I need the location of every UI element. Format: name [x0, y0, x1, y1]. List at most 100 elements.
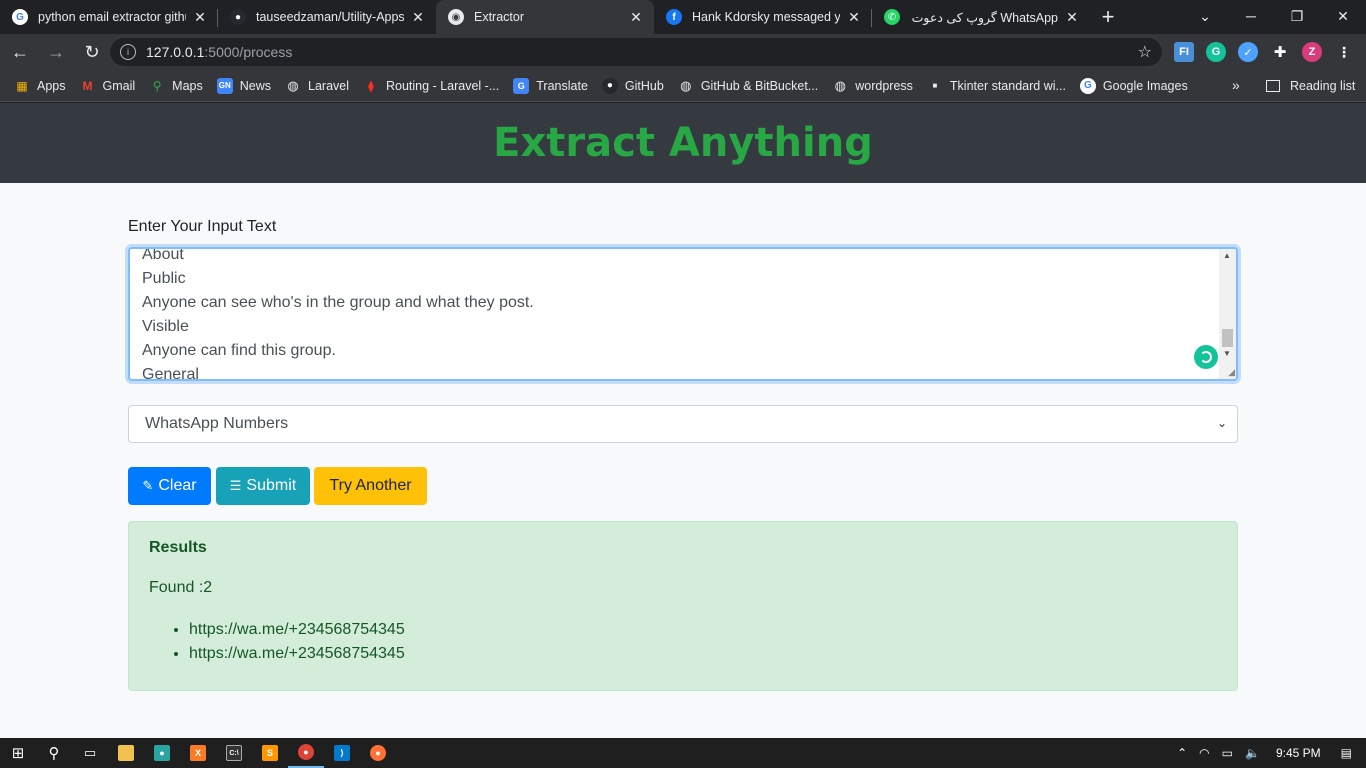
- more-bookmarks-icon[interactable]: »: [1232, 77, 1240, 93]
- apps-grid-icon: ▦: [16, 78, 28, 93]
- grammarly-icon[interactable]: [1194, 345, 1218, 369]
- textarea-line: Public: [142, 270, 186, 287]
- bookmark-label: Maps: [172, 78, 203, 93]
- result-item: https://wa.me/+234568754345: [189, 642, 405, 666]
- bookmark-apps[interactable]: ▦ Apps: [14, 78, 65, 94]
- reload-icon[interactable]: ↻: [76, 36, 108, 68]
- close-icon[interactable]: ✕: [1064, 9, 1080, 25]
- tab-3[interactable]: f Hank Kdorsky messaged you ✕: [654, 0, 872, 34]
- camera-app-icon[interactable]: ●: [144, 738, 180, 768]
- tab-search-icon[interactable]: ⌄: [1182, 0, 1228, 32]
- tab-4[interactable]: ✆ گروپ کی دعوت WhatsApp ✕: [872, 0, 1090, 34]
- bookmark-label: GitHub: [624, 78, 664, 93]
- xampp-icon[interactable]: X: [180, 738, 216, 768]
- page-viewport: Extract Anything Enter Your Input Text A…: [0, 103, 1366, 738]
- close-icon[interactable]: ✕: [410, 9, 426, 25]
- site-info-icon[interactable]: i: [120, 44, 136, 60]
- textarea-scrollbar[interactable]: ▲ ▼: [1219, 249, 1236, 379]
- bookmark-gmail[interactable]: M Gmail: [80, 78, 136, 94]
- sublime-text-icon[interactable]: S: [252, 738, 288, 768]
- new-tab-button[interactable]: +: [1090, 0, 1126, 34]
- bookmark-laravel[interactable]: ◍ Laravel: [285, 78, 349, 94]
- reading-list-button[interactable]: Reading list: [1266, 70, 1355, 102]
- whatsapp-icon: ✆: [884, 9, 900, 25]
- close-window-icon[interactable]: ✕: [1320, 0, 1366, 32]
- maps-icon: ⚲: [152, 78, 162, 93]
- tab-0[interactable]: G python email extractor github ✕: [0, 0, 218, 34]
- chevron-up-icon[interactable]: ⌃: [1177, 746, 1187, 760]
- battery-icon[interactable]: ▭: [1222, 746, 1233, 760]
- terminal-icon[interactable]: C:\: [216, 738, 252, 768]
- extension-fi-icon[interactable]: FI: [1174, 42, 1194, 62]
- close-icon[interactable]: ✕: [192, 9, 208, 25]
- tab-title: tauseedzaman/Utility-Apps a: [256, 10, 404, 24]
- back-icon[interactable]: ←: [4, 36, 36, 68]
- bookmark-tkinter[interactable]: ■ Tkinter standard wi...: [927, 78, 1066, 94]
- input-textarea[interactable]: About Public Anyone can see who's in the…: [128, 247, 1238, 381]
- close-icon[interactable]: ✕: [846, 9, 862, 25]
- scroll-down-icon[interactable]: ▼: [1223, 349, 1231, 358]
- task-view-icon[interactable]: ▭: [72, 738, 108, 768]
- submit-button[interactable]: ☰ Submit: [216, 467, 310, 505]
- tab-1[interactable]: ● tauseedzaman/Utility-Apps a ✕: [218, 0, 436, 34]
- bookmark-label: Routing - Laravel -...: [386, 78, 500, 93]
- textarea-line: About: [142, 247, 184, 263]
- search-icon[interactable]: ⚲: [36, 738, 72, 768]
- github-icon: ●: [230, 9, 246, 25]
- notification-icon[interactable]: ▤: [1341, 746, 1352, 760]
- chrome-icon[interactable]: ●: [288, 738, 324, 768]
- restore-icon[interactable]: ❐: [1274, 0, 1320, 32]
- clear-button[interactable]: ✎ Clear: [128, 467, 211, 505]
- clock[interactable]: 9:45 PM: [1276, 746, 1321, 760]
- textarea-line: General: [142, 366, 199, 381]
- page-icon: ■: [932, 81, 938, 90]
- scroll-up-icon[interactable]: ▲: [1223, 251, 1231, 260]
- laravel-icon: ⧫: [368, 78, 374, 93]
- bookmark-routing-laravel[interactable]: ⧫ Routing - Laravel -...: [363, 78, 499, 94]
- forward-icon[interactable]: →: [40, 36, 72, 68]
- bookmark-label: Tkinter standard wi...: [949, 78, 1066, 93]
- github-icon: ●: [601, 77, 618, 94]
- resize-handle-icon[interactable]: ◢: [1228, 367, 1235, 378]
- results-list: https://wa.me/+234568754345 https://wa.m…: [189, 618, 405, 666]
- results-count: Found :2: [149, 579, 213, 596]
- tab-title: python email extractor github: [38, 10, 186, 24]
- firefox-icon[interactable]: ●: [360, 738, 396, 768]
- bookmark-news[interactable]: GN News: [216, 77, 271, 94]
- bookmark-github-bitbucket[interactable]: ◍ GitHub & BitBucket...: [678, 78, 818, 94]
- extension-bird-icon[interactable]: ✓: [1238, 42, 1258, 62]
- profile-avatar[interactable]: Z: [1302, 42, 1322, 62]
- bookmark-google-images[interactable]: G Google Images: [1079, 77, 1188, 94]
- windows-start-icon[interactable]: ⊞: [0, 738, 36, 768]
- close-icon[interactable]: ✕: [628, 9, 644, 25]
- address-bar[interactable]: i 127.0.0.1:5000/process ☆: [110, 38, 1162, 66]
- bookmark-translate[interactable]: G Translate: [513, 77, 588, 94]
- extract-type-select[interactable]: WhatsApp Numbers ⌄: [128, 405, 1238, 443]
- vscode-icon[interactable]: ⟩: [324, 738, 360, 768]
- wifi-icon[interactable]: ◠: [1199, 746, 1209, 760]
- file-explorer-icon[interactable]: [108, 738, 144, 768]
- bookmark-maps[interactable]: ⚲ Maps: [149, 78, 203, 94]
- results-panel: Results Found :2 https://wa.me/+23456875…: [128, 521, 1238, 691]
- tab-2[interactable]: ◉ Extractor ✕: [436, 0, 654, 34]
- volume-icon[interactable]: 🔈: [1245, 746, 1260, 760]
- try-another-label: Try Another: [329, 477, 412, 494]
- minimize-icon[interactable]: ─: [1228, 0, 1274, 32]
- menu-kebab-icon[interactable]: ⋮: [1334, 42, 1354, 62]
- url-path: :5000/process: [204, 44, 293, 60]
- system-tray: ⌃ ◠ ▭ 🔈 9:45 PM ▤: [1171, 738, 1366, 768]
- scroll-thumb[interactable]: [1222, 329, 1233, 347]
- try-another-button[interactable]: Try Another: [314, 467, 427, 505]
- bookmark-star-icon[interactable]: ☆: [1138, 42, 1152, 62]
- bookmark-github[interactable]: ● GitHub: [601, 77, 664, 94]
- page-title: Extract Anything: [493, 120, 873, 166]
- bookmark-wordpress[interactable]: ◍ wordpress: [832, 78, 913, 94]
- bookmark-label: wordpress: [855, 78, 913, 93]
- grammarly-extension-icon[interactable]: G: [1206, 42, 1226, 62]
- google-icon: G: [1079, 77, 1096, 94]
- translate-icon: G: [513, 77, 530, 94]
- extensions-puzzle-icon[interactable]: ✚: [1270, 42, 1290, 62]
- globe-icon: ◉: [448, 9, 464, 25]
- browser-toolbar: ← → ↻ i 127.0.0.1:5000/process ☆ FI G ✓ …: [0, 34, 1366, 70]
- bookmark-label: Translate: [536, 78, 588, 93]
